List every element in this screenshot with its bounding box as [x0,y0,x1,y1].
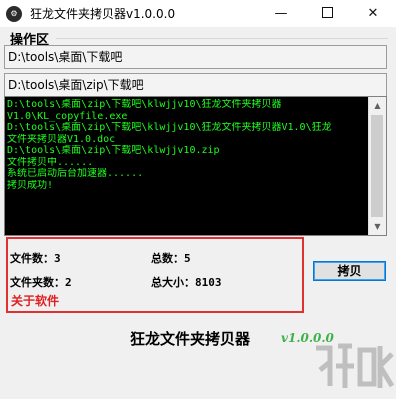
maximize-button[interactable] [304,0,350,27]
total-stat: 总数：5 [151,250,191,266]
console-log[interactable]: D:\tools\桌面\zip\下载吧\klwjjv10\狂龙文件夹拷贝器 V1… [4,96,387,236]
console-line: D:\tools\桌面\zip\下载吧\klwjjv10.zip [7,145,220,156]
folder-count-label: 文件夹数： [10,276,65,289]
copy-button[interactable]: 拷贝 [313,261,386,281]
scrollbar-thumb[interactable] [371,115,383,217]
total-label: 总数： [151,252,184,265]
scroll-up-icon[interactable]: ▲ [369,97,386,114]
minimize-button[interactable]: — [258,0,304,27]
console-line: D:\tools\桌面\zip\下载吧\klwjjv10\狂龙文件夹拷贝器V1.… [7,122,332,133]
file-count-label: 文件数： [10,252,54,265]
target-path-field[interactable]: D:\tools\桌面\zip\下载吧 [4,73,387,97]
total-size-stat: 总大小：8103 [151,274,222,290]
close-button[interactable]: ✕ [350,0,396,27]
console-line: V1.0\KL_copyfile.exe [7,110,128,122]
console-line: D:\tools\桌面\zip\下载吧\klwjjv10\狂龙文件夹拷贝器 [7,99,282,110]
file-count-value: 3 [54,252,61,265]
scroll-down-icon[interactable]: ▼ [369,218,386,235]
console-line: 系统已启动后台加速器...... [7,168,144,179]
footer-app-name: 狂龙文件夹拷贝器 [130,330,251,348]
console-scrollbar[interactable]: ▲ ▼ [368,97,386,235]
total-size-label: 总大小： [151,276,195,289]
console-line: 文件拷贝中...... [7,156,94,168]
watermark-logo-icon [316,343,394,388]
console-line: 拷贝成功! [7,179,54,191]
maximize-icon [321,7,333,18]
console-line: 文件夹拷贝器V1.0.doc [7,133,116,145]
section-divider [56,38,388,39]
total-value: 5 [184,252,191,265]
source-path-field[interactable]: D:\tools\桌面\下载吧 [4,45,387,69]
title-bar: ⚙ 狂龙文件夹拷贝器v1.0.0.0 — ✕ [0,0,396,27]
console-text: D:\tools\桌面\zip\下载吧\klwjjv10\狂龙文件夹拷贝器 V1… [7,99,369,191]
app-icon: ⚙ [6,6,22,22]
folder-count-stat: 文件夹数：2 [10,274,72,290]
total-size-value: 8103 [195,276,222,289]
folder-count-value: 2 [65,276,72,289]
window-title: 狂龙文件夹拷贝器v1.0.0.0 [30,7,176,21]
file-count-stat: 文件数：3 [10,250,61,266]
about-software-link[interactable]: 关于软件 [11,292,59,309]
